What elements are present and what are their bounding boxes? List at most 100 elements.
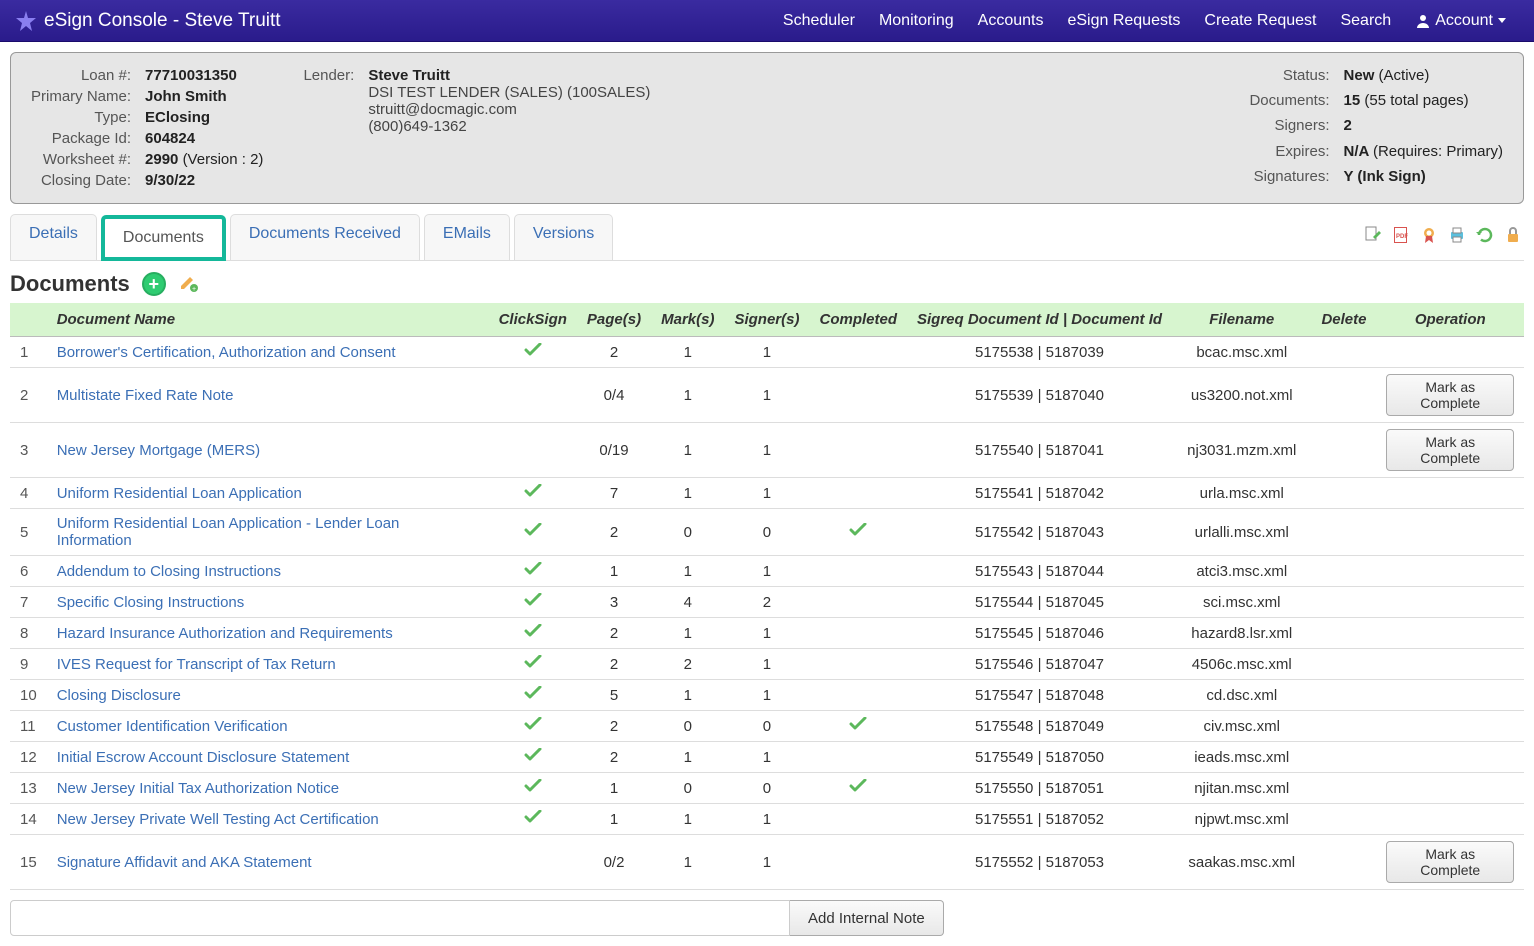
cell-signers: 1 (724, 423, 809, 478)
mark-complete-button[interactable]: Mark as Complete (1386, 374, 1514, 416)
navbar: eSign Console - Steve Truitt SchedulerMo… (0, 0, 1534, 42)
cell-delete (1311, 773, 1376, 804)
cell-index: 6 (10, 556, 47, 587)
document-link[interactable]: Uniform Residential Loan Application (57, 485, 302, 502)
cell-pages: 2 (577, 337, 651, 368)
cell-index: 12 (10, 742, 47, 773)
cell-filename: bcac.msc.xml (1172, 337, 1311, 368)
navbar-brand[interactable]: eSign Console - Steve Truitt (16, 10, 281, 32)
nav-link-create-request[interactable]: Create Request (1192, 0, 1328, 42)
cell-index: 4 (10, 478, 47, 509)
info-label: Worksheet #: (31, 151, 131, 168)
col-header-signers: Signer(s) (724, 303, 809, 337)
cell-ids: 5175543 | 5187044 (907, 556, 1172, 587)
table-row: 1 Borrower's Certification, Authorization… (10, 337, 1524, 368)
nav-account-label: Account (1435, 12, 1493, 30)
table-row: 11Customer Identification Verification20… (10, 711, 1524, 742)
cell-signers: 1 (724, 742, 809, 773)
cell-clicksign (489, 835, 577, 890)
document-link[interactable]: Multistate Fixed Rate Note (57, 387, 234, 404)
section-title-row: Documents + + (10, 271, 1524, 297)
nav-link-monitoring[interactable]: Monitoring (867, 0, 966, 42)
check-icon (524, 749, 542, 766)
tab-emails[interactable]: EMails (424, 214, 510, 260)
nav-link-esign-requests[interactable]: eSign Requests (1055, 0, 1192, 42)
tab-documents[interactable]: Documents (101, 215, 226, 261)
cell-delete (1311, 368, 1376, 423)
add-document-button[interactable]: + (142, 272, 166, 296)
cell-index: 5 (10, 509, 47, 556)
brand-title: eSign Console - Steve Truitt (44, 10, 281, 32)
printer-icon[interactable] (1446, 224, 1468, 246)
cell-filename: civ.msc.xml (1172, 711, 1311, 742)
check-icon (524, 344, 542, 361)
table-row: 9IVES Request for Transcript of Tax Retu… (10, 649, 1524, 680)
cell-delete (1311, 509, 1376, 556)
refresh-icon[interactable] (1474, 224, 1496, 246)
cell-operation (1376, 680, 1524, 711)
cell-completed (809, 368, 907, 423)
tab-documents-received[interactable]: Documents Received (230, 214, 420, 260)
pdf-icon[interactable]: PDF (1390, 224, 1412, 246)
document-link[interactable]: New Jersey Mortgage (MERS) (57, 442, 260, 459)
info-value-expires: N/A (Requires: Primary) (1344, 143, 1503, 164)
document-link[interactable]: Specific Closing Instructions (57, 594, 245, 611)
cell-filename: njitan.msc.xml (1172, 773, 1311, 804)
document-link[interactable]: New Jersey Private Well Testing Act Cert… (57, 811, 379, 828)
cell-ids: 5175547 | 5187048 (907, 680, 1172, 711)
document-link[interactable]: Uniform Residential Loan Application - L… (57, 515, 400, 549)
document-link[interactable]: New Jersey Initial Tax Authorization Not… (57, 780, 339, 797)
tabs-row: DetailsDocumentsDocuments ReceivedEMails… (10, 214, 1524, 261)
info-label: Status: (1249, 67, 1329, 88)
ribbon-award-icon[interactable] (1418, 224, 1440, 246)
document-link[interactable]: Addendum to Closing Instructions (57, 563, 281, 580)
nav-account-dropdown[interactable]: Account (1403, 0, 1518, 42)
check-icon (524, 563, 542, 580)
cell-index: 13 (10, 773, 47, 804)
nav-tabs: DetailsDocumentsDocuments ReceivedEMails… (10, 214, 617, 260)
lock-icon[interactable] (1502, 224, 1524, 246)
nav-link-accounts[interactable]: Accounts (966, 0, 1056, 42)
cell-completed (809, 337, 907, 368)
document-link[interactable]: Initial Escrow Account Disclosure Statem… (57, 749, 350, 766)
document-link[interactable]: Signature Affidavit and AKA Statement (57, 854, 312, 871)
add-internal-note-button[interactable]: Add Internal Note (790, 900, 944, 936)
svg-text:PDF: PDF (1396, 234, 1408, 240)
cell-marks: 1 (651, 337, 724, 368)
tab-versions[interactable]: Versions (514, 214, 613, 260)
cell-signers: 1 (724, 478, 809, 509)
internal-note-input[interactable] (10, 900, 790, 936)
mark-complete-button[interactable]: Mark as Complete (1386, 429, 1514, 471)
cell-operation (1376, 773, 1524, 804)
page-arrow-icon[interactable] (1362, 224, 1384, 246)
check-icon (524, 687, 542, 704)
cell-completed (809, 680, 907, 711)
mark-complete-button[interactable]: Mark as Complete (1386, 841, 1514, 883)
cell-ids: 5175552 | 5187053 (907, 835, 1172, 890)
document-link[interactable]: Customer Identification Verification (57, 718, 288, 735)
cell-index: 3 (10, 423, 47, 478)
table-row: 13 New Jersey Initial Tax Authorization N… (10, 773, 1524, 804)
edit-pencil-icon[interactable]: + (178, 272, 198, 296)
document-link[interactable]: Borrower's Certification, Authorization … (57, 344, 396, 361)
cell-pages: 0/4 (577, 368, 651, 423)
cell-index: 8 (10, 618, 47, 649)
cell-completed (809, 711, 907, 742)
document-link[interactable]: Hazard Insurance Authorization and Requi… (57, 625, 393, 642)
nav-link-scheduler[interactable]: Scheduler (771, 0, 867, 42)
cell-marks: 1 (651, 556, 724, 587)
document-link[interactable]: IVES Request for Transcript of Tax Retur… (57, 656, 336, 673)
tab-details[interactable]: Details (10, 214, 97, 260)
col-header-ids: Sigreq Document Id | Document Id (907, 303, 1172, 337)
cell-marks: 2 (651, 649, 724, 680)
info-value-loan: 77710031350 (145, 67, 263, 84)
cell-document-name: New Jersey Private Well Testing Act Cert… (47, 804, 489, 835)
check-icon (524, 524, 542, 541)
nav-link-search[interactable]: Search (1328, 0, 1403, 42)
cell-ids: 5175550 | 5187051 (907, 773, 1172, 804)
cell-pages: 2 (577, 711, 651, 742)
cell-document-name: New Jersey Mortgage (MERS) (47, 423, 489, 478)
cell-delete (1311, 423, 1376, 478)
document-link[interactable]: Closing Disclosure (57, 687, 181, 704)
table-header-row: Document Name ClickSign Page(s) Mark(s) … (10, 303, 1524, 337)
